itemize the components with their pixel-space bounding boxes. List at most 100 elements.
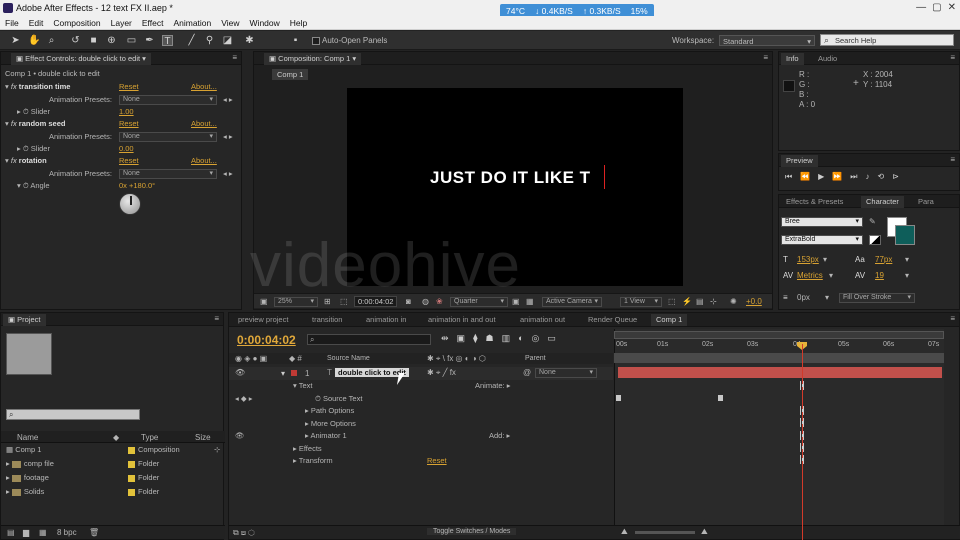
ram-preview-icon[interactable]: ⊳ (892, 172, 899, 182)
prop-animator-1[interactable]: ▸ Animator 1 (305, 430, 347, 442)
eraser-tool-icon[interactable]: ◪ (222, 35, 233, 46)
prop-effects[interactable]: ▸ Effects (293, 443, 322, 455)
comp-subtab[interactable]: Comp 1 (272, 69, 309, 80)
angle-value-rotation[interactable]: 0x +180.0° (119, 180, 155, 192)
workspace-panel-icon[interactable]: ▪ (290, 35, 301, 46)
zoom-in-icon[interactable]: ⛰ (701, 527, 708, 537)
tab-info[interactable]: Info (781, 53, 804, 65)
col-parent[interactable]: Parent (525, 355, 546, 362)
frame-blending-icon[interactable]: ▥ (502, 333, 511, 344)
play-icon[interactable]: ▶ (818, 172, 824, 182)
kerning-dropdown-icon[interactable]: ▾ (829, 271, 833, 280)
leading-dropdown-icon[interactable]: ▾ (905, 255, 909, 264)
project-item-comp-file[interactable]: ▸ comp file Folder (6, 457, 222, 470)
timeline-search-input[interactable]: ⌕ (307, 334, 431, 345)
source-text-keyframe[interactable] (718, 395, 723, 401)
project-item-comp1[interactable]: ▦ Comp 1 Composition ⊹ (6, 443, 222, 456)
slider-value-transition-time[interactable]: 1.00 (119, 106, 134, 118)
about-link-random-seed[interactable]: About... (191, 118, 217, 130)
angle-param-rotation[interactable]: ▾ ⏱ Angle (17, 180, 50, 192)
layer-label-color[interactable] (291, 370, 297, 376)
pan-behind-tool-icon[interactable]: ⊕ (106, 35, 117, 46)
rotate-tool-icon[interactable]: ↺ (70, 35, 81, 46)
camera-dropdown[interactable]: Active Camera ▾ (542, 297, 602, 307)
minimize-button[interactable]: — (916, 2, 926, 13)
about-link-rotation[interactable]: About... (191, 155, 217, 167)
animation-presets-dropdown[interactable]: None ▾ (119, 132, 217, 142)
font-style-dropdown[interactable]: ExtraBold ▾ (781, 235, 863, 245)
close-button[interactable]: ✕ (948, 2, 956, 13)
first-frame-icon[interactable]: ⏮ (785, 172, 792, 182)
font-family-dropdown[interactable]: Bree ▾ (781, 217, 863, 227)
next-frame-icon[interactable]: ⏩ (832, 172, 842, 182)
menu-help[interactable]: Help (285, 16, 312, 29)
exposure-icon[interactable]: ✺ (730, 297, 737, 306)
animate-button[interactable]: Animate: ▸ (475, 380, 510, 392)
tab-transition[interactable]: transition (307, 314, 347, 326)
comp-switches-icons[interactable]: ⧉ ⧈ ⬡ (233, 528, 255, 538)
tab-effects-presets[interactable]: Effects & Presets (781, 196, 848, 208)
loop-icon[interactable]: ⟲ (878, 172, 885, 182)
prop-transform[interactable]: ▸ Transform (293, 455, 333, 467)
menu-effect[interactable]: Effect (137, 16, 169, 29)
col-size[interactable]: Size (195, 433, 211, 442)
tab-composition[interactable]: ▣ Composition: Comp 1 ▾ (264, 53, 362, 65)
project-search-input[interactable]: ⌕ (6, 409, 140, 420)
time-ruler[interactable]: 00s 01s 02s 03s 04s 05s 06s 07s (616, 341, 942, 351)
panel-menu-icon[interactable]: ≡ (950, 314, 955, 323)
new-folder-icon[interactable]: ▆ (23, 528, 29, 537)
selection-tool-icon[interactable]: ➤ (10, 35, 21, 46)
col-source-name[interactable]: Source Name (327, 355, 370, 362)
toggle-switches-modes-button[interactable]: Toggle Switches / Modes (427, 528, 517, 535)
preset-nav-arrows[interactable]: ◂ ▸ (223, 168, 233, 180)
source-text-keyframe[interactable] (616, 395, 621, 401)
slider-param-transition-time[interactable]: ▸ ⏱ Slider (17, 106, 50, 118)
preset-nav-arrows[interactable]: ◂ ▸ (223, 94, 233, 106)
kerning-value[interactable]: Metrics (797, 271, 823, 280)
last-frame-icon[interactable]: ⏭ (850, 172, 857, 182)
transparency-grid-icon[interactable]: ▦ (526, 297, 534, 306)
composition-text-layer[interactable]: JUST DO IT LIKE T (430, 168, 591, 188)
zoom-tool-icon[interactable]: ⌕ (46, 35, 57, 46)
menu-view[interactable]: View (216, 16, 244, 29)
timeline-icon[interactable]: ▤ (696, 297, 704, 306)
tab-character[interactable]: Character (861, 196, 904, 208)
add-button[interactable]: Add: ▸ (489, 430, 510, 442)
panel-menu-icon[interactable]: ≡ (950, 53, 955, 62)
prop-source-text[interactable]: ⏱ Source Text (315, 393, 362, 405)
transform-reset-link[interactable]: Reset (427, 455, 447, 467)
stroke-mode-dropdown[interactable]: Fill Over Stroke ▾ (839, 293, 915, 303)
layer-switches[interactable]: ✱ ⌖ ╱ fx (427, 368, 456, 378)
stroke-width-value[interactable]: 0px (797, 293, 810, 302)
col-type[interactable]: Type (141, 433, 158, 442)
tab-preview[interactable]: Preview (781, 155, 818, 167)
live-update-icon[interactable]: ▣ (457, 333, 466, 344)
toggle-pixel-aspect-icon[interactable]: ⬚ (668, 297, 676, 306)
panel-menu-icon[interactable]: ≡ (763, 53, 768, 62)
font-size-dropdown-icon[interactable]: ▾ (823, 255, 827, 264)
tab-preview-project[interactable]: preview project (233, 314, 293, 326)
panel-menu-icon[interactable]: ≡ (232, 53, 237, 62)
clone-stamp-tool-icon[interactable]: ⚲ (204, 35, 215, 46)
tab-animation-in[interactable]: animation in (361, 314, 411, 326)
exposure-value[interactable]: +0.0 (746, 297, 762, 306)
tab-paragraph[interactable]: Para (913, 196, 939, 208)
stroke-color-swatch[interactable] (895, 225, 915, 245)
rectangle-tool-icon[interactable]: ▭ (126, 35, 137, 46)
panel-menu-icon[interactable]: ≡ (214, 314, 219, 323)
flowchart-icon[interactable]: ⊹ (710, 297, 717, 306)
fast-previews-icon[interactable]: ⚡ (682, 297, 692, 306)
panel-menu-icon[interactable]: ≡ (950, 155, 955, 164)
tracking-value[interactable]: 19 (875, 271, 884, 280)
workspace-dropdown[interactable]: Standard ▾ (719, 35, 815, 46)
search-help-input[interactable]: Search Help (820, 34, 954, 46)
work-area-bar[interactable] (614, 331, 944, 339)
draft-3d-icon[interactable]: ⧫ (473, 333, 477, 344)
pen-tool-icon[interactable]: ✒ (144, 35, 155, 46)
prop-path-options[interactable]: ▸ Path Options (305, 405, 354, 417)
slider-value-random-seed[interactable]: 0.00 (119, 143, 134, 155)
visibility-eye-icon[interactable]: 👁 (235, 368, 245, 377)
animation-presets-dropdown[interactable]: None ▾ (119, 169, 217, 179)
menu-composition[interactable]: Composition (48, 16, 105, 29)
timeline-timecode[interactable]: 0:00:04:02 (237, 333, 296, 347)
